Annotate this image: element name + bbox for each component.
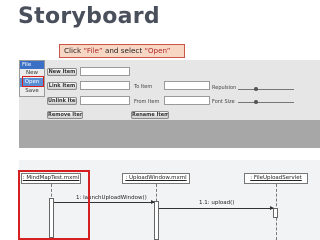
unlink-item-field[interactable] [80,96,130,105]
font-size-slider-track[interactable] [238,102,294,103]
lifeline-uploadwindow: : UploadWindow.mxml [122,173,190,184]
message-arrow-upload [159,206,274,210]
remove-item-button[interactable]: Remove Item [47,111,83,119]
font-size-slider-thumb[interactable] [254,100,258,104]
link-item-button[interactable]: Link Item [47,82,77,90]
callout-text-pre: Click [64,46,84,55]
mindmaptest-highlight-box [18,170,90,240]
link-item-field[interactable] [80,81,130,90]
callout-open-quote: “Open” [144,46,171,55]
callout-file-quote: “File” [83,46,103,55]
callout-text-mid: and select [102,46,145,55]
message-label-upload: 1.1: upload() [199,200,235,206]
menu-item-save[interactable]: Save [20,87,44,96]
lifeline-fileuploadservlet: : FileUploadServlet [244,173,308,184]
repulsion-label: Repulsion [212,85,237,91]
repulsion-slider-thumb[interactable] [254,87,258,91]
from-item-label: From Item [134,99,160,105]
open-highlight-box [22,76,44,87]
new-item-button[interactable]: New Item [47,68,77,76]
font-size-label: Font Size [212,99,235,105]
new-item-field[interactable] [80,67,130,76]
file-menu-header[interactable]: File [20,61,44,69]
to-item-field[interactable] [164,81,210,90]
slide: Storyboard Click “File” and select “Open… [0,0,320,240]
repulsion-slider-track[interactable] [238,89,294,90]
slide-title: Storyboard [18,4,160,29]
instruction-callout: Click “File” and select “Open” [59,44,185,58]
activation-uploadwindow [154,201,159,240]
rename-item-button[interactable]: Rename Item [131,111,169,119]
from-item-field[interactable] [164,96,210,105]
unlink-item-button[interactable]: Unlink Item [47,97,77,105]
to-item-label: To Item [134,84,153,90]
